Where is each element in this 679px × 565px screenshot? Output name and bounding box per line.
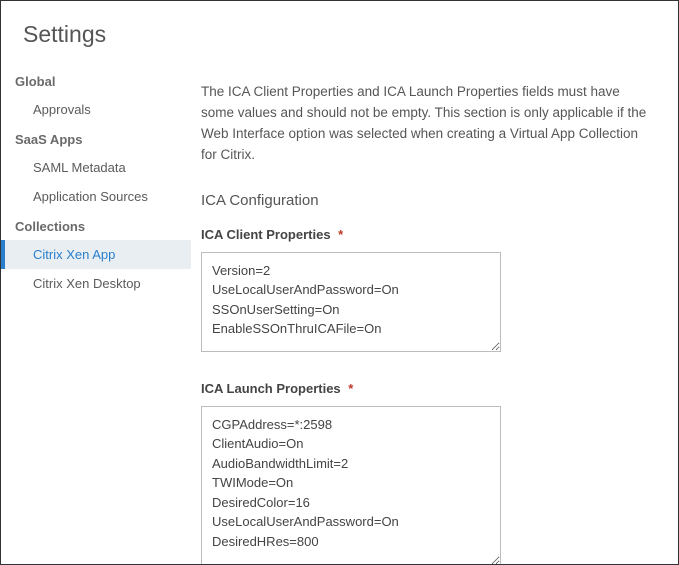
page-header: Settings — [1, 1, 678, 64]
required-marker: * — [348, 381, 353, 396]
required-marker: * — [338, 227, 343, 242]
label-ica-launch-properties: ICA Launch Properties * — [201, 381, 648, 396]
ica-client-properties-textarea[interactable] — [201, 252, 501, 352]
field-ica-launch-properties: ICA Launch Properties * — [201, 381, 648, 564]
nav-label: Application Sources — [33, 189, 148, 204]
sidebar-section-collections: Collections — [1, 211, 191, 240]
nav-label: SAML Metadata — [33, 160, 126, 175]
nav-label: Approvals — [33, 102, 91, 117]
label-text: ICA Client Properties — [201, 227, 331, 242]
sidebar-section-global: Global — [1, 66, 191, 95]
nav-application-sources[interactable]: Application Sources — [1, 182, 191, 211]
sidebar-section-saas-apps: SaaS Apps — [1, 124, 191, 153]
label-text: ICA Launch Properties — [201, 381, 341, 396]
page-title: Settings — [23, 21, 678, 48]
nav-approvals[interactable]: Approvals — [1, 95, 191, 124]
field-ica-client-properties: ICA Client Properties * — [201, 227, 648, 357]
label-ica-client-properties: ICA Client Properties * — [201, 227, 648, 242]
nav-citrix-xen-desktop[interactable]: Citrix Xen Desktop — [1, 269, 191, 298]
nav-label: Citrix Xen App — [33, 247, 115, 262]
sidebar: Global Approvals SaaS Apps SAML Metadata… — [1, 64, 191, 564]
section-title-ica-configuration: ICA Configuration — [201, 192, 648, 209]
nav-saml-metadata[interactable]: SAML Metadata — [1, 153, 191, 182]
nav-citrix-xen-app[interactable]: Citrix Xen App — [1, 240, 191, 269]
ica-launch-properties-textarea[interactable] — [201, 406, 501, 564]
nav-label: Citrix Xen Desktop — [33, 276, 141, 291]
main-content: The ICA Client Properties and ICA Launch… — [191, 64, 678, 564]
intro-text: The ICA Client Properties and ICA Launch… — [201, 82, 648, 166]
